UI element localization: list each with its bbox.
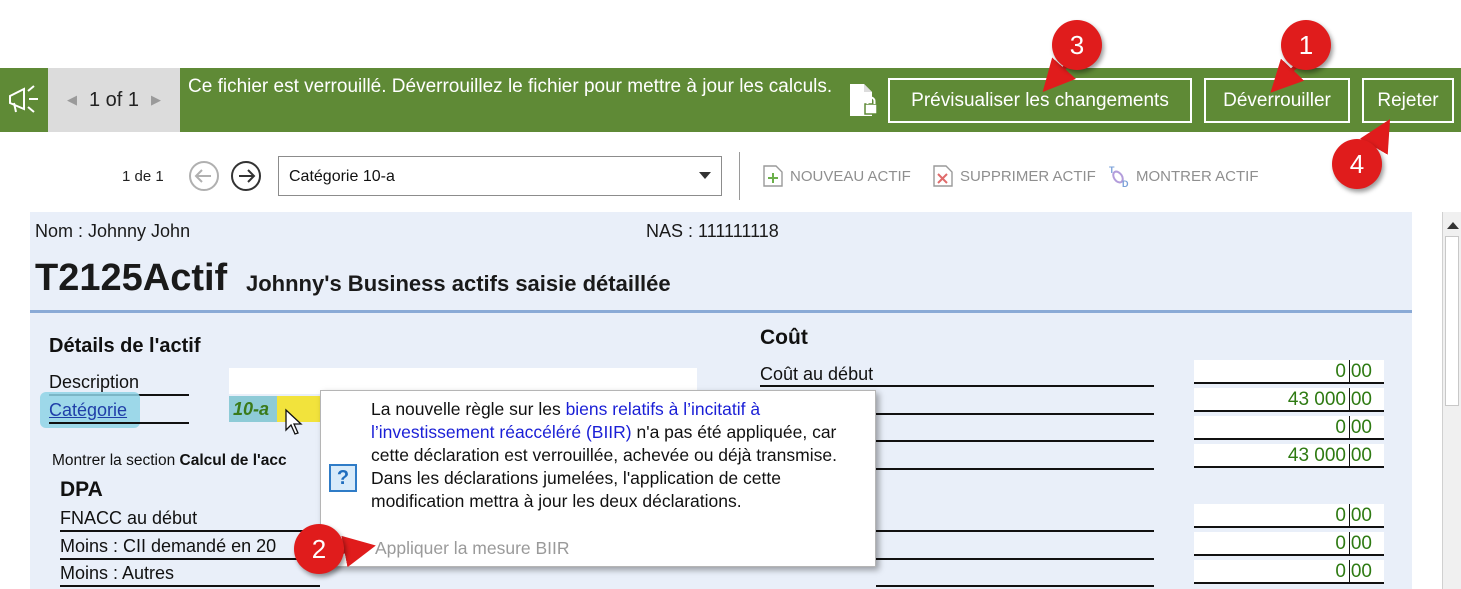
- show-asset-button[interactable]: T D MONTRER ACTIF: [1108, 164, 1259, 188]
- cii-label: Moins : CII demandé en 20: [60, 536, 277, 556]
- reject-button[interactable]: Rejeter: [1362, 78, 1454, 123]
- link-td-icon: T D: [1109, 165, 1129, 188]
- next-record-icon[interactable]: [230, 160, 262, 192]
- header-divider: [30, 310, 1412, 313]
- scrollbar-thumb[interactable]: [1445, 236, 1459, 406]
- amount-cost-row4[interactable]: 43 000 00: [1194, 444, 1384, 468]
- amount-cii[interactable]: 0 00: [1194, 532, 1384, 556]
- category-field-value: 10-a: [233, 399, 270, 419]
- record-index: 1 de 1: [122, 168, 164, 185]
- chevron-down-icon: [699, 172, 711, 179]
- cii-underline: [60, 558, 320, 560]
- pager-prev-icon[interactable]: ◀: [67, 92, 77, 108]
- help-icon: ?: [329, 464, 357, 492]
- fnacc-label: FNACC au début: [60, 508, 198, 528]
- form-code: T2125Actif: [35, 257, 228, 299]
- category-underline: [49, 422, 189, 424]
- megaphone-icon[interactable]: [4, 83, 44, 117]
- new-asset-button[interactable]: NOUVEAU ACTIF: [762, 164, 911, 188]
- delete-asset-label: SUPPRIMER ACTIF: [960, 167, 1096, 185]
- callout-badge-4: 4: [1332, 139, 1382, 189]
- tooltip-text: La nouvelle règle sur les biens relatifs…: [371, 399, 837, 511]
- new-asset-label: NOUVEAU ACTIF: [790, 167, 911, 185]
- unlock-button[interactable]: Déverrouiller: [1204, 78, 1350, 123]
- form-header: Nom : Johnny John NAS : 111111118 T2125A…: [30, 212, 1412, 312]
- biir-tooltip: ? La nouvelle règle sur les biens relati…: [320, 390, 876, 567]
- mouse-cursor-icon: [285, 408, 303, 435]
- message-pager: ◀ 1 of 1 ▶: [48, 68, 180, 132]
- show-asset-label: MONTRER ACTIF: [1136, 167, 1259, 185]
- amount-cost-row2[interactable]: 43 000 00: [1194, 388, 1384, 412]
- autres-underline: [60, 585, 320, 587]
- taxpayer-name: Nom : Johnny John: [35, 221, 191, 241]
- category-select-value: Catégorie 10-a: [289, 168, 395, 185]
- locked-document-icon: [850, 84, 878, 116]
- banner-message: Ce fichier est verrouillé. Déverrouillez…: [188, 76, 833, 97]
- cost-row4-underline: [876, 468, 1154, 470]
- pager-count: 1 of 1: [88, 88, 140, 111]
- show-section-text: Montrer la section Calcul de l'acc: [52, 452, 287, 469]
- add-document-icon: [763, 165, 783, 187]
- delete-document-icon: [933, 165, 953, 187]
- amount-autres[interactable]: 0 00: [1194, 560, 1384, 584]
- apply-biir-link[interactable]: Appliquer la mesure BIIR: [375, 538, 570, 559]
- cost-row3-underline: [876, 440, 1154, 442]
- delete-asset-button[interactable]: SUPPRIMER ACTIF: [932, 164, 1096, 188]
- description-label: Description: [49, 372, 140, 392]
- locked-file-banner: ◀ 1 of 1 ▶ Ce fichier est verrouillé. Dé…: [0, 68, 1461, 132]
- preview-changes-button[interactable]: Prévisualiser les changements: [888, 78, 1192, 123]
- category-label-link[interactable]: Catégorie: [49, 400, 127, 421]
- scroll-up-icon[interactable]: [1447, 222, 1459, 229]
- cout-heading: Coût: [760, 326, 808, 349]
- cout-debut-underline: [760, 385, 1154, 387]
- svg-text:D: D: [1122, 179, 1129, 188]
- callout-badge-1: 1: [1281, 20, 1331, 70]
- dpa-heading: DPA: [60, 478, 103, 501]
- dpa-row2-underline: [876, 558, 1154, 560]
- pager-next-icon[interactable]: ▶: [151, 92, 161, 108]
- cost-row2-underline: [876, 413, 1154, 415]
- previous-record-icon[interactable]: [188, 160, 220, 192]
- amount-fnacc[interactable]: 0 00: [1194, 504, 1384, 528]
- dpa-row3-underline: [876, 585, 1154, 587]
- dpa-row1-underline: [876, 530, 1154, 532]
- form-title: Johnny's Business actifs saisie détaillé…: [246, 271, 671, 296]
- taxpayer-sin: NAS : 111111118: [646, 221, 779, 241]
- vertical-scrollbar[interactable]: [1442, 212, 1461, 589]
- fnacc-underline: [60, 530, 320, 532]
- category-field[interactable]: 10-a: [229, 396, 325, 422]
- amount-cout-debut[interactable]: 0 00: [1194, 360, 1384, 384]
- amount-cost-row3[interactable]: 0 00: [1194, 416, 1384, 440]
- cout-debut-label: Coût au début: [760, 364, 874, 384]
- autres-label: Moins : Autres: [60, 563, 175, 583]
- asset-details-heading: Détails de l'actif: [49, 335, 201, 357]
- asset-toolbar: 1 de 1 Catégorie 10-a NOUVEAU ACTIF SUPP…: [0, 148, 1461, 208]
- callout-badge-3: 3: [1052, 20, 1102, 70]
- toolbar-divider: [739, 152, 740, 200]
- category-select[interactable]: Catégorie 10-a: [278, 156, 722, 196]
- callout-badge-2: 2: [294, 524, 344, 574]
